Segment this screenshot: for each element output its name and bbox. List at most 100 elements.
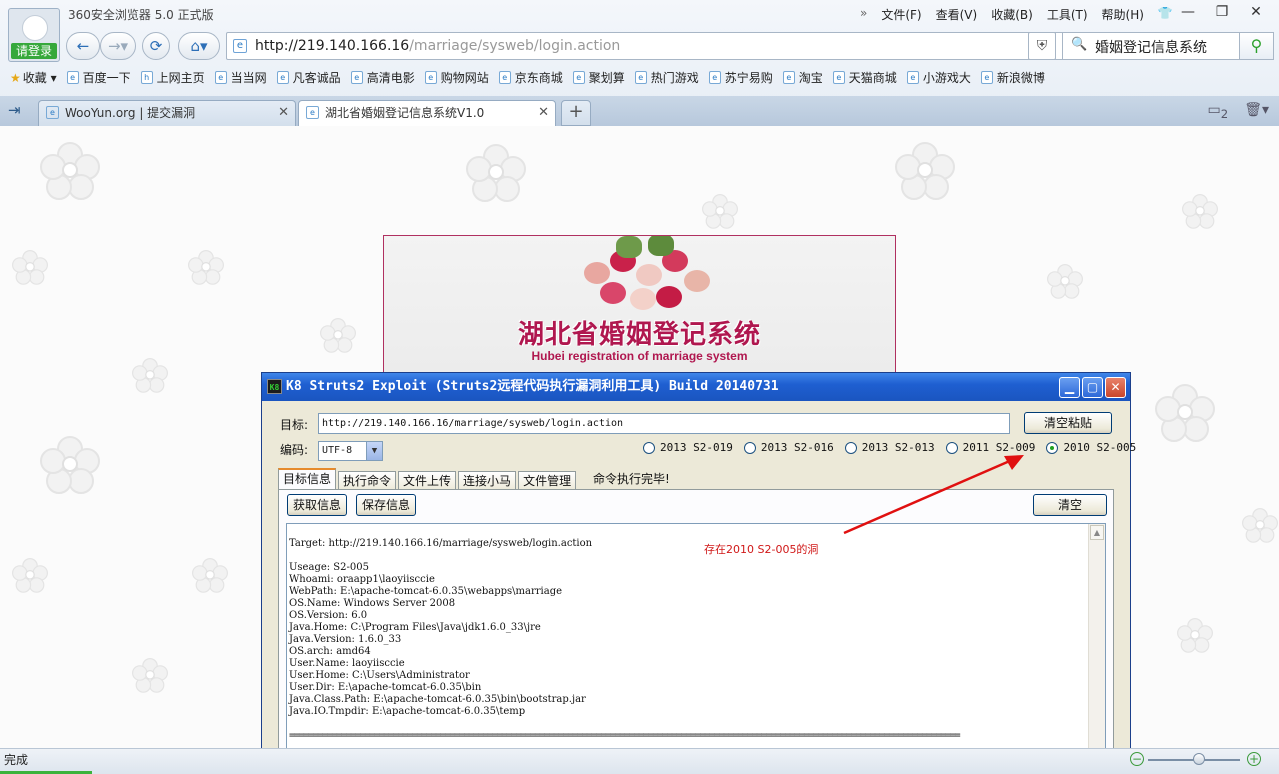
- status-text: 完成: [4, 753, 29, 767]
- bookmark-label: 新浪微博: [996, 71, 1045, 85]
- clear-paste-button[interactable]: 清空粘贴: [1024, 412, 1112, 434]
- menu-favorites[interactable]: 收藏(B): [991, 6, 1033, 23]
- radio-label: 2013 S2-016: [760, 441, 834, 454]
- clear-button[interactable]: 清空: [1033, 494, 1107, 516]
- radio-s2-009[interactable]: 2011 S2-009: [945, 441, 1036, 454]
- minimize-icon[interactable]: —: [1171, 2, 1205, 22]
- search-box[interactable]: 🔍 婚姻登记信息系统 ⚲: [1062, 32, 1274, 60]
- search-engine-icon[interactable]: 🔍: [1071, 37, 1087, 52]
- scroll-up-icon[interactable]: ▲: [1090, 525, 1104, 540]
- bookmark-item[interactable]: e 小游戏大: [906, 69, 971, 86]
- bookmark-favicon-icon: e: [708, 71, 721, 84]
- tab-close-icon[interactable]: ✕: [278, 101, 289, 125]
- search-input[interactable]: 婚姻登记信息系统: [1095, 37, 1207, 57]
- k8-close-icon[interactable]: ✕: [1105, 377, 1126, 398]
- bookmark-item[interactable]: e 热门游戏: [634, 69, 699, 86]
- back-button[interactable]: ←: [66, 32, 100, 60]
- flower-pattern: [702, 194, 738, 230]
- refresh-button[interactable]: ⟳: [142, 32, 170, 60]
- chevron-double-right-icon[interactable]: »: [860, 6, 867, 23]
- address-host: http://219.140.166.16: [255, 38, 410, 54]
- radio-dot[interactable]: [945, 441, 958, 454]
- search-button[interactable]: ⚲: [1239, 33, 1273, 59]
- annotation-text: 存在2010 S2-005的洞: [704, 543, 819, 556]
- output-textarea[interactable]: Target: http://219.140.166.16/marriage/s…: [286, 523, 1106, 773]
- zoom-out-icon[interactable]: −: [1130, 752, 1144, 766]
- bookmark-item[interactable]: e 天猫商城: [832, 69, 897, 86]
- bookmark-item[interactable]: h 上网主页: [140, 69, 205, 86]
- security-shield-icon[interactable]: ⛨: [1028, 32, 1056, 60]
- trash-icon[interactable]: 🗑▾: [1244, 102, 1269, 121]
- menu-view[interactable]: 查看(V): [936, 6, 978, 23]
- zoom-slider-thumb[interactable]: [1192, 753, 1205, 765]
- radio-s2-019[interactable]: 2013 S2-019: [643, 441, 733, 454]
- bookmark-label: 淘宝: [798, 71, 823, 85]
- bookmark-item[interactable]: e 苏宁易购: [708, 69, 773, 86]
- bookmark-favicon-icon: e: [214, 71, 227, 84]
- tab-marriage-system[interactable]: e 湖北省婚姻登记信息系统V1.0 ✕: [298, 100, 556, 126]
- radio-s2-016[interactable]: 2013 S2-016: [743, 441, 834, 454]
- menu-file[interactable]: 文件(F): [881, 6, 921, 23]
- bookmark-item[interactable]: e 聚划算: [572, 69, 625, 86]
- bookmark-label: 苏宁易购: [724, 71, 773, 85]
- target-url-input[interactable]: http://219.140.166.16/marriage/sysweb/lo…: [318, 413, 1010, 434]
- tab-count-icon[interactable]: ▭2: [1208, 102, 1229, 121]
- bookmark-item[interactable]: e 高清电影: [350, 69, 415, 86]
- bookmark-item[interactable]: e 淘宝: [782, 69, 823, 86]
- sidebar-toggle-icon[interactable]: ⇥: [8, 101, 21, 119]
- bookmark-item[interactable]: e 百度一下: [66, 69, 131, 86]
- address-bar[interactable]: e http://219.140.166.16/marriage/sysweb/…: [226, 32, 1084, 60]
- tab-execute-command[interactable]: 执行命令: [338, 471, 397, 490]
- radio-dot[interactable]: [844, 441, 857, 454]
- flower-pattern: [192, 558, 228, 594]
- flower-pattern: [320, 318, 356, 354]
- forward-button[interactable]: →▾: [100, 32, 136, 60]
- bookmark-label: 小游戏大: [922, 71, 971, 85]
- k8-title-bar[interactable]: K8 K8 Struts2 Exploit (Struts2远程代码执行漏洞利用…: [262, 373, 1130, 401]
- page-favicon-icon: e: [233, 39, 247, 53]
- bookmark-item[interactable]: e 凡客诚品: [276, 69, 341, 86]
- bookmark-item[interactable]: e 当当网: [214, 69, 267, 86]
- bookmark-item[interactable]: e 购物网站: [424, 69, 489, 86]
- close-icon[interactable]: ✕: [1239, 2, 1273, 22]
- get-info-button[interactable]: 获取信息: [287, 494, 347, 516]
- output-scrollbar[interactable]: ▲: [1088, 524, 1105, 772]
- bookmarks-menu[interactable]: ★ 收藏 ▾: [10, 69, 57, 86]
- radio-dot[interactable]: [643, 441, 655, 454]
- menu-help[interactable]: 帮助(H): [1102, 6, 1144, 23]
- k8-minimize-icon[interactable]: ▁: [1059, 377, 1080, 398]
- flower-pattern: [466, 144, 526, 204]
- tab-connect-shell[interactable]: 连接小马: [458, 471, 517, 490]
- radio-label: 2011 S2-009: [962, 441, 1036, 454]
- zoom-in-icon[interactable]: +: [1247, 752, 1261, 766]
- radio-dot-selected[interactable]: [1046, 441, 1059, 454]
- bookmark-favicon-icon: e: [906, 71, 919, 84]
- radio-dot[interactable]: [743, 441, 756, 454]
- bookmark-favicon-icon: e: [424, 71, 437, 84]
- save-info-button[interactable]: 保存信息: [356, 494, 416, 516]
- tab-wooyun[interactable]: e WooYun.org | 提交漏洞 ✕: [38, 100, 296, 126]
- target-label: 目标:: [280, 418, 309, 432]
- address-url[interactable]: http://219.140.166.16/marriage/sysweb/lo…: [255, 38, 620, 54]
- bookmark-item[interactable]: e 京东商城: [498, 69, 563, 86]
- chevron-down-icon[interactable]: ▼: [366, 442, 382, 460]
- k8-maximize-icon[interactable]: ▢: [1082, 377, 1103, 398]
- menu-bar: » 文件(F) 查看(V) 收藏(B) 工具(T) 帮助(H) 👕: [860, 6, 1173, 23]
- tab-file-upload[interactable]: 文件上传: [398, 471, 457, 490]
- status-bar: 完成 − +: [0, 748, 1279, 774]
- restore-icon[interactable]: ❐: [1205, 2, 1239, 22]
- bookmark-favicon-icon: e: [276, 71, 289, 84]
- radio-s2-005[interactable]: 2010 S2-005: [1046, 441, 1136, 454]
- banner-title-cn: 湖北省婚姻登记系统: [517, 320, 761, 350]
- tab-target-info[interactable]: 目标信息: [278, 468, 337, 490]
- tab-file-manager[interactable]: 文件管理: [518, 471, 577, 490]
- login-avatar-button[interactable]: 请登录: [8, 8, 60, 62]
- bookmark-item[interactable]: e 新浪微博: [980, 69, 1045, 86]
- new-tab-button[interactable]: +: [561, 100, 591, 126]
- menu-tools[interactable]: 工具(T): [1047, 6, 1088, 23]
- tab-close-icon[interactable]: ✕: [538, 101, 549, 125]
- radio-s2-013[interactable]: 2013 S2-013: [844, 441, 935, 454]
- k8-window-title: K8 Struts2 Exploit (Struts2远程代码执行漏洞利用工具)…: [286, 379, 779, 394]
- home-button[interactable]: ⌂▾: [178, 32, 220, 60]
- encoding-select[interactable]: UTF-8 ▼: [318, 441, 383, 461]
